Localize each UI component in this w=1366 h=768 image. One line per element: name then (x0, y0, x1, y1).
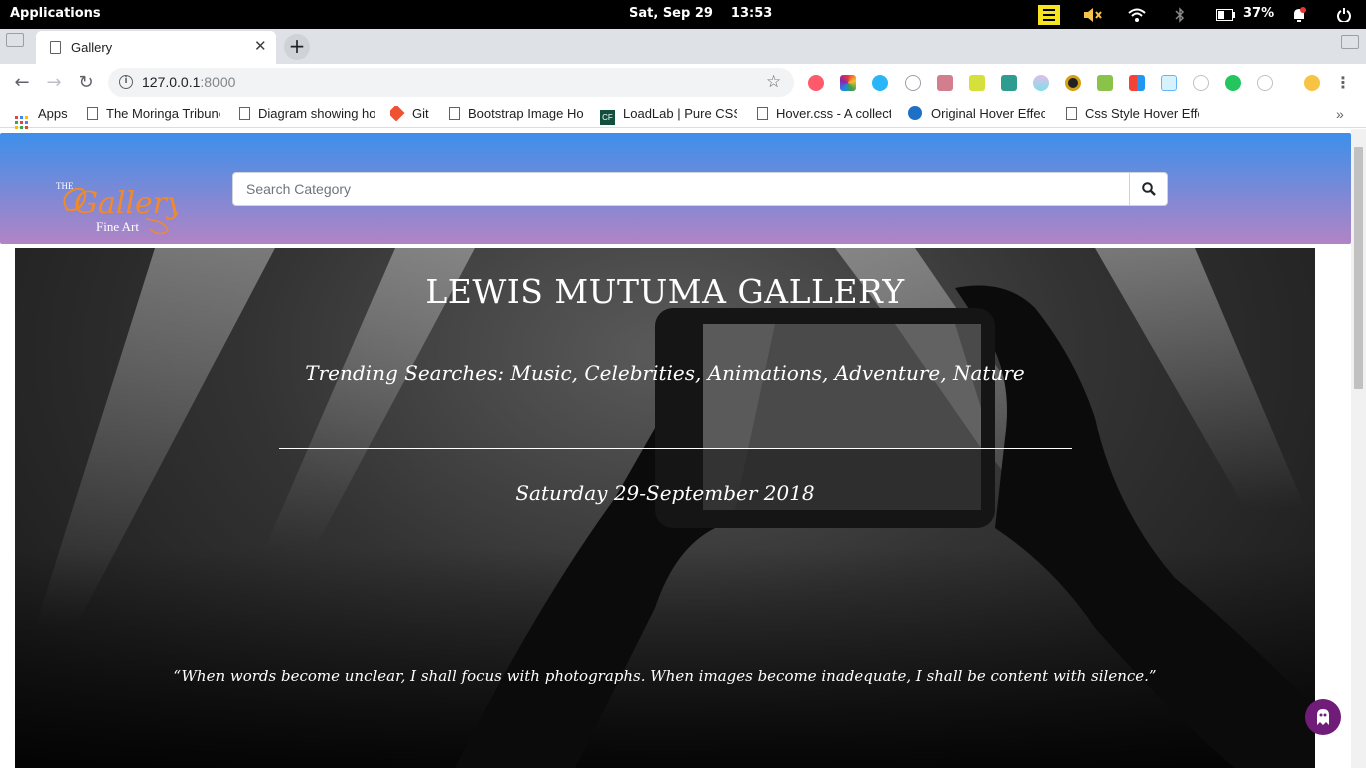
wifi-icon[interactable] (1128, 5, 1146, 24)
extension-icon[interactable] (1225, 75, 1241, 91)
bookmark-label: Hover.css - A collect (776, 106, 891, 121)
os-top-bar: Applications Sat, Sep 29 13:53 37% (0, 0, 1366, 29)
hero-divider (279, 448, 1072, 449)
page-viewport: THE Gallery Fine Art Search Category LEW… (0, 129, 1351, 768)
sticky-notes-icon[interactable] (1038, 4, 1060, 25)
bookmark-star-icon[interactable]: ☆ (766, 72, 781, 92)
scrollbar-thumb[interactable] (1354, 147, 1363, 389)
logo-gallery: Gallery (74, 186, 178, 221)
site-navbar: THE Gallery Fine Art (0, 133, 1351, 244)
bookmarks-bar: Apps The Moringa Tribune Diagram showing… (0, 101, 1366, 129)
clock[interactable]: Sat, Sep 29 13:53 (629, 6, 790, 21)
url-text[interactable]: 127.0.0.1:8000 (142, 74, 235, 90)
extension-icon[interactable] (969, 75, 985, 91)
bookmark-label: LoadLab | Pure CSS (623, 106, 737, 121)
menu-kebab-icon[interactable]: ⋮ (1335, 73, 1351, 92)
hero-title: LEWIS MUTUMA GALLERY (425, 272, 905, 311)
extension-icon[interactable] (808, 75, 824, 91)
back-arrow-icon[interactable]: ← (11, 72, 33, 94)
battery-percent: 37% (1243, 6, 1275, 21)
battery-icon[interactable] (1216, 5, 1236, 24)
bookmark-item[interactable]: Hover.css - A collect (757, 106, 891, 121)
applications-menu[interactable]: Applications (10, 6, 101, 21)
logo-fine-art: Fine Art (96, 219, 139, 234)
clock-time: 13:53 (730, 6, 773, 21)
tab-strip: Gallery ✕ + (0, 29, 1366, 64)
category-search (232, 172, 1168, 206)
page-icon (1066, 107, 1077, 120)
bookmark-label: Bootstrap Image Ho (468, 106, 584, 121)
extension-icon[interactable] (1193, 75, 1209, 91)
bookmark-item[interactable]: Git (390, 106, 429, 121)
bookmark-item[interactable]: Original Hover Effec (908, 106, 1045, 121)
address-bar[interactable]: i 127.0.0.1:8000 ☆ (108, 68, 794, 97)
gallery-logo[interactable]: THE Gallery Fine Art (48, 175, 185, 237)
extension-icon[interactable] (1065, 75, 1081, 91)
extension-icon[interactable] (840, 75, 856, 91)
ghost-icon (1317, 709, 1329, 725)
logo-the: THE (56, 181, 74, 191)
extension-icon[interactable] (1033, 75, 1049, 91)
forward-arrow-icon[interactable]: → (43, 72, 65, 94)
bookmark-item[interactable]: Diagram showing how (239, 106, 375, 121)
extension-icon[interactable] (1001, 75, 1017, 91)
bookmark-label: Git (412, 106, 429, 121)
power-icon[interactable] (1337, 5, 1351, 24)
hero-banner: LEWIS MUTUMA GALLERY Trending Searches: … (15, 248, 1315, 768)
bookmark-label: Original Hover Effec (931, 106, 1045, 121)
search-button[interactable] (1129, 173, 1168, 205)
search-input[interactable] (233, 173, 1128, 205)
window-restore-icon[interactable] (1341, 35, 1359, 49)
page-icon (757, 107, 768, 120)
extension-icon[interactable] (937, 75, 953, 91)
bookmark-item[interactable]: The Moringa Tribune (87, 106, 220, 121)
hero-quote: “When words become unclear, I shall focu… (173, 667, 1157, 685)
page-icon (50, 41, 61, 54)
bookmark-label: The Moringa Tribune (106, 106, 220, 121)
extension-icon[interactable] (905, 75, 921, 91)
apps-grid-icon (15, 116, 28, 129)
bookmarks-overflow-icon[interactable]: » (1336, 106, 1344, 122)
search-icon (1142, 182, 1156, 196)
extension-icon[interactable] (1097, 75, 1113, 91)
concert-photo-background (15, 248, 1315, 768)
extension-icon[interactable] (872, 75, 888, 91)
bookmark-label: Apps (38, 106, 68, 121)
extension-icon[interactable] (1129, 75, 1145, 91)
url-host: 127.0.0.1 (142, 74, 201, 90)
new-tab-button[interactable]: + (284, 34, 310, 60)
site-info-icon[interactable]: i (119, 75, 133, 89)
extension-icon[interactable] (1161, 75, 1177, 91)
notifications-icon[interactable] (1291, 5, 1307, 24)
page-icon (87, 107, 98, 120)
bookmark-item[interactable]: Css Style Hover Effe (1066, 106, 1199, 121)
trending-searches: Trending Searches: Music, Celebrities, A… (305, 361, 1025, 385)
page-icon (239, 107, 250, 120)
chat-widget-button[interactable] (1305, 699, 1341, 735)
tab-title: Gallery (71, 40, 113, 55)
page-icon (449, 107, 460, 120)
reload-icon[interactable]: ↻ (75, 72, 97, 94)
codefactory-icon: CF (600, 110, 615, 125)
extension-icon[interactable] (1257, 75, 1273, 91)
close-tab-icon[interactable]: ✕ (254, 37, 267, 55)
bookmark-label: Css Style Hover Effe (1085, 106, 1199, 121)
bookmark-item[interactable]: Bootstrap Image Ho (449, 106, 584, 121)
bluetooth-icon[interactable] (1174, 5, 1186, 24)
profile-avatar[interactable] (1304, 75, 1320, 91)
bookmark-item[interactable]: CF LoadLab | Pure CSS (600, 106, 737, 125)
page-scrollbar[interactable] (1351, 129, 1366, 768)
bookmark-label: Diagram showing how (258, 106, 375, 121)
tab-gallery[interactable]: Gallery ✕ (36, 31, 276, 64)
volume-muted-icon[interactable] (1083, 5, 1103, 24)
clock-date: Sat, Sep 29 (629, 6, 713, 21)
window-menu-icon[interactable] (6, 33, 24, 47)
url-port: :8000 (200, 74, 236, 90)
git-icon (390, 106, 405, 121)
codrops-icon (908, 106, 922, 120)
bookmark-apps[interactable]: Apps (15, 106, 68, 129)
hero-date: Saturday 29-September 2018 (515, 481, 815, 505)
